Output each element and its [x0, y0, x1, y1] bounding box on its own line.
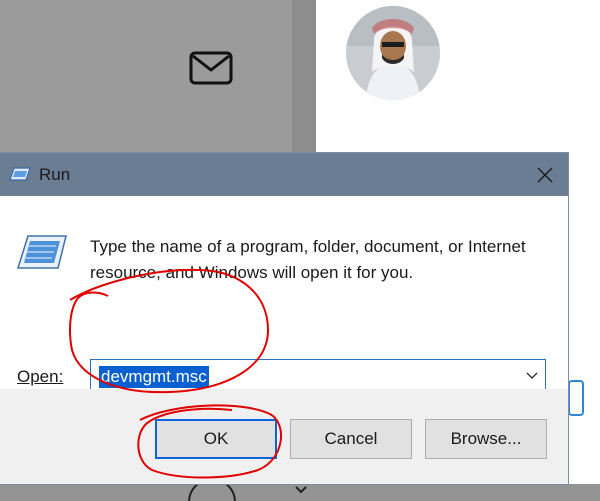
- background-partial-button[interactable]: [568, 380, 584, 416]
- dialog-footer: OK Cancel Browse...: [0, 389, 568, 484]
- run-dialog: Run Type the name of a program, folder, …: [0, 153, 568, 484]
- cancel-button[interactable]: Cancel: [290, 419, 412, 459]
- browse-button[interactable]: Browse...: [425, 419, 547, 459]
- dialog-title: Run: [39, 165, 71, 184]
- title-bar[interactable]: Run: [0, 153, 568, 196]
- open-label: Open:: [17, 367, 63, 387]
- mail-icon[interactable]: [188, 48, 234, 88]
- description-text: Type the name of a program, folder, docu…: [90, 237, 526, 282]
- open-label-text: Open:: [17, 367, 64, 386]
- chevron-down-icon[interactable]: [525, 369, 539, 383]
- run-small-icon: [9, 167, 31, 181]
- dialog-body: Type the name of a program, folder, docu…: [0, 196, 568, 393]
- ok-button[interactable]: OK: [155, 419, 277, 459]
- open-combobox[interactable]: devmgmt.msc: [90, 359, 546, 393]
- open-input-value[interactable]: devmgmt.msc: [99, 366, 209, 388]
- run-program-icon: [16, 235, 67, 269]
- screen: Run Type the name of a program, folder, …: [0, 0, 600, 501]
- avatar[interactable]: [346, 6, 440, 100]
- chevron-down-icon[interactable]: [294, 485, 308, 495]
- close-icon[interactable]: [532, 162, 558, 188]
